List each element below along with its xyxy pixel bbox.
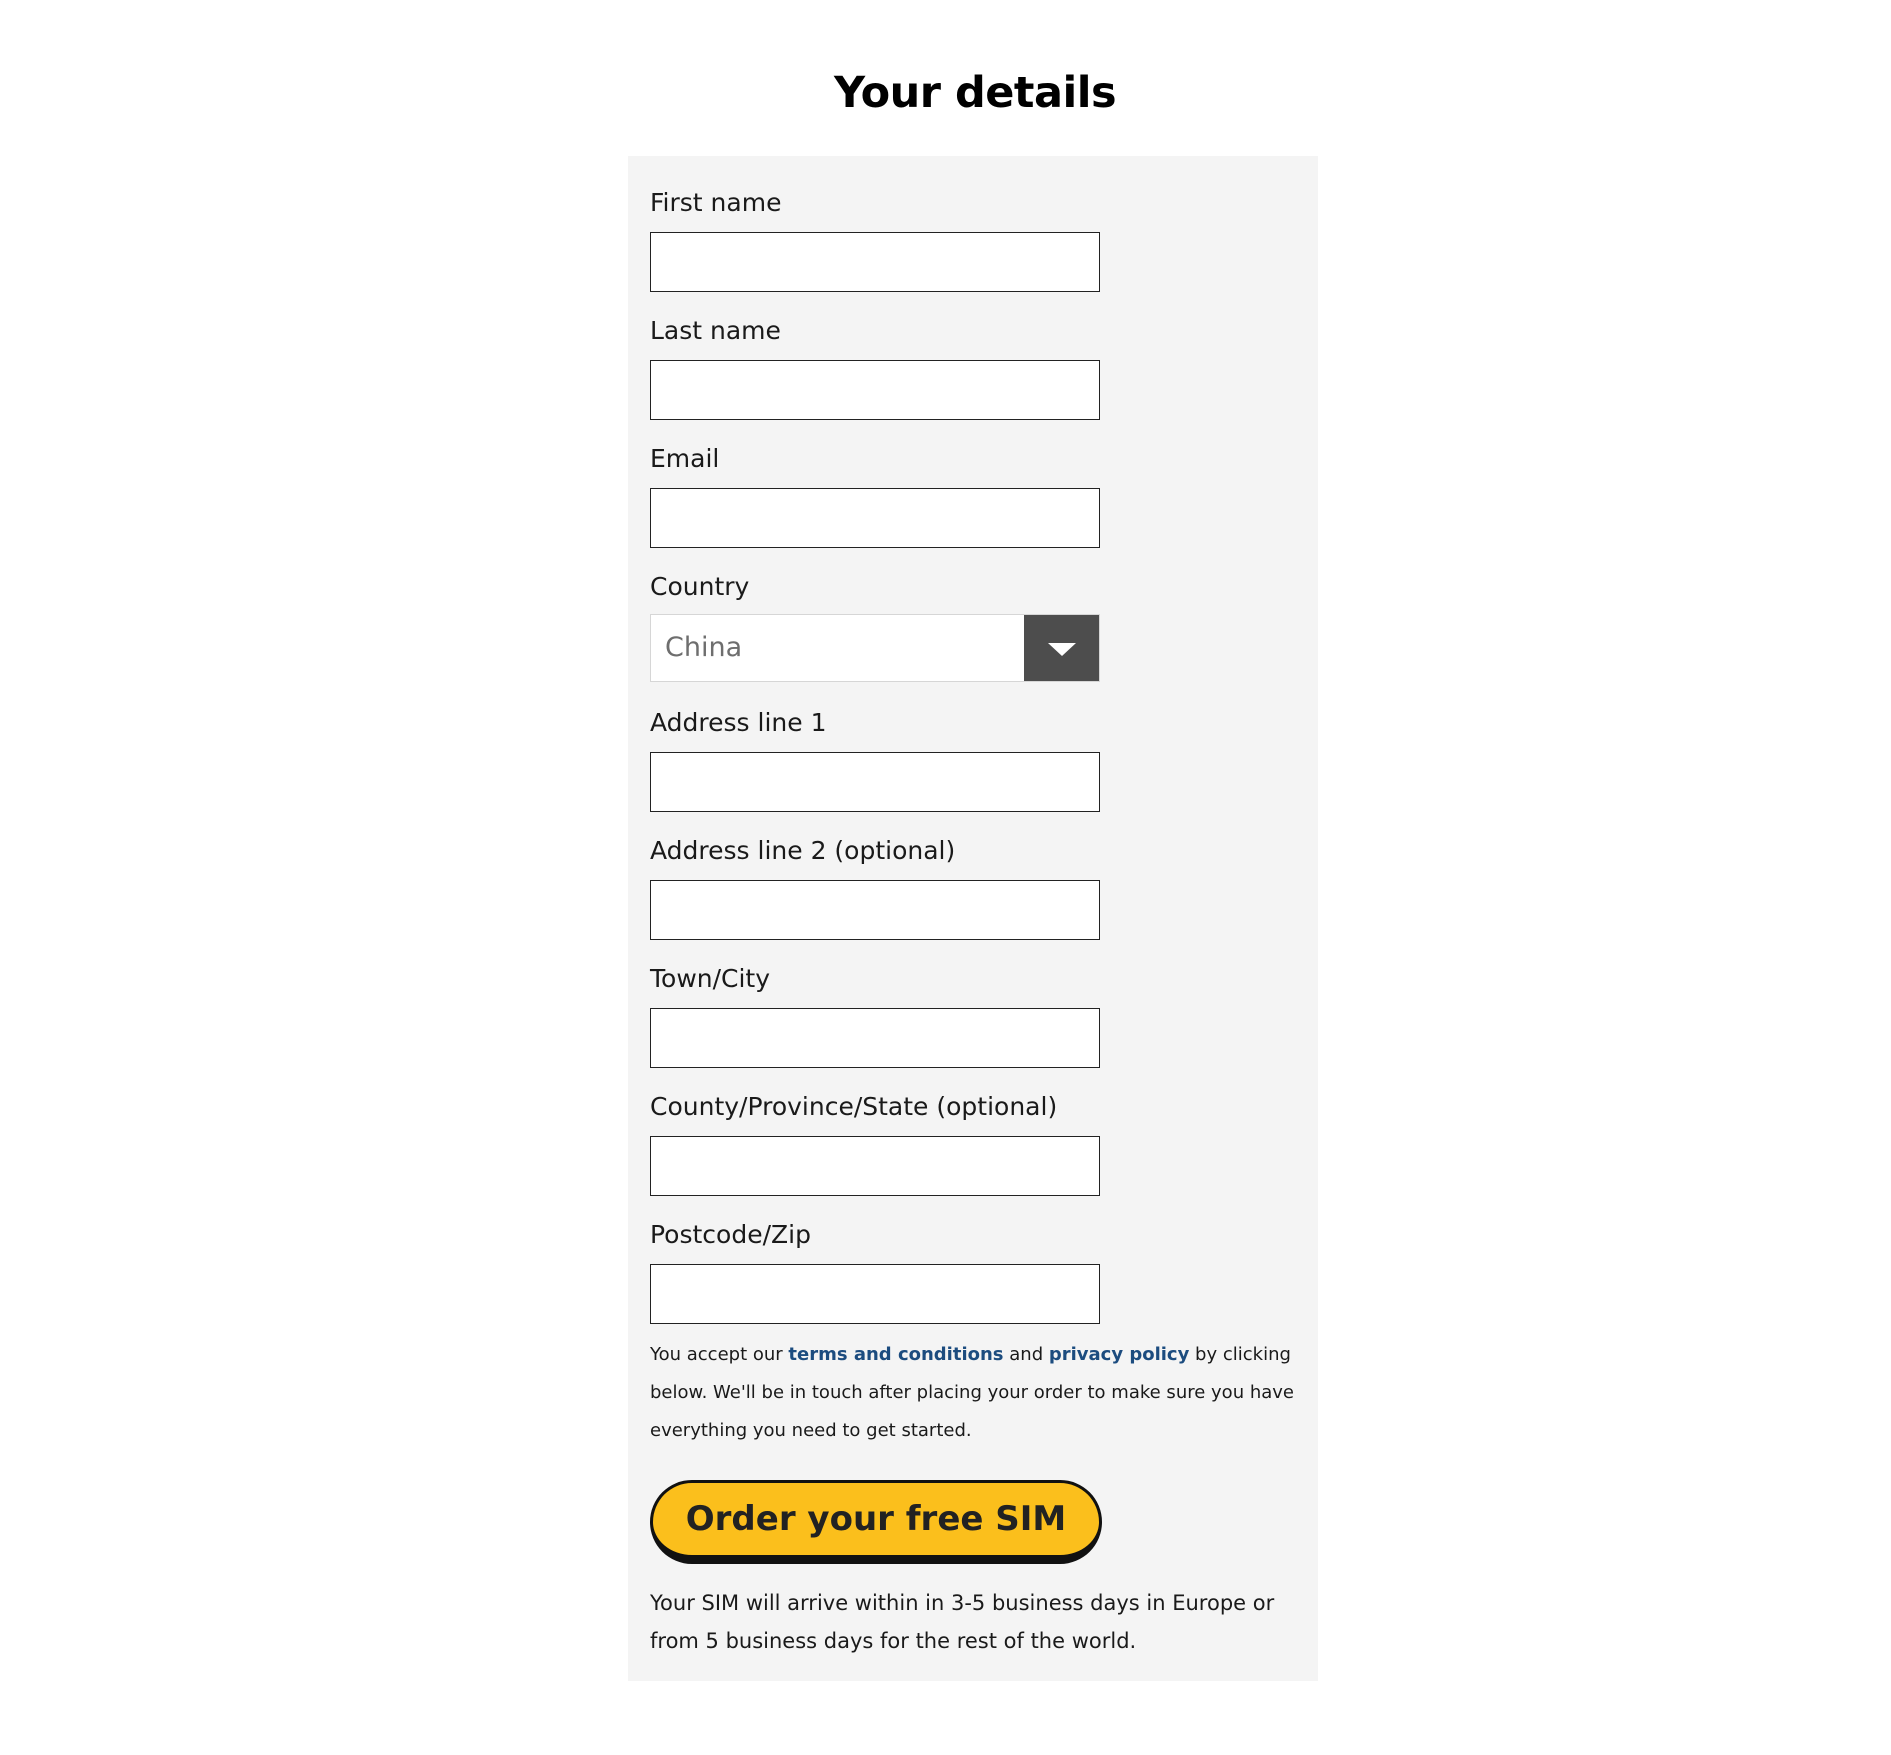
order-sim-button[interactable]: Order your free SIM [650,1480,1102,1564]
first-name-field: First name [650,186,1100,292]
address-line-2-field: Address line 2 (optional) [650,834,1100,940]
country-select-value: China [665,632,743,663]
address-line-2-input[interactable] [650,880,1100,940]
town-city-field: Town/City [650,962,1100,1068]
first-name-input[interactable] [650,232,1100,292]
privacy-link[interactable]: privacy policy [1049,1344,1189,1365]
last-name-label: Last name [650,316,781,345]
email-input[interactable] [650,488,1100,548]
county-input[interactable] [650,1136,1100,1196]
last-name-input[interactable] [650,360,1100,420]
address-line-1-input[interactable] [650,752,1100,812]
last-name-field: Last name [650,314,1100,420]
country-label: Country [650,572,750,601]
first-name-label: First name [650,188,782,217]
terms-middle: and [1003,1344,1049,1365]
country-field: Country China [650,570,1100,682]
town-city-input[interactable] [650,1008,1100,1068]
county-field: County/Province/State (optional) [650,1090,1100,1196]
shipping-note: Your SIM will arrive within in 3-5 busin… [650,1591,1275,1653]
terms-notice: You accept our terms and conditions and … [650,1336,1300,1450]
country-select[interactable]: China [650,614,1100,682]
town-city-label: Town/City [650,964,771,993]
terms-prefix: You accept our [650,1344,789,1365]
county-label: County/Province/State (optional) [650,1092,1058,1121]
address-line-1-field: Address line 1 [650,706,1100,812]
postcode-input[interactable] [650,1264,1100,1324]
details-form: First name Last name Email Country China… [628,156,1318,1681]
chevron-down-icon[interactable] [1024,615,1099,681]
address-line-2-label: Address line 2 (optional) [650,836,956,865]
terms-link[interactable]: terms and conditions [788,1344,1003,1365]
email-field: Email [650,442,1100,548]
address-line-1-label: Address line 1 [650,708,827,737]
postcode-label: Postcode/Zip [650,1220,811,1249]
page-title: Your details [833,68,1117,118]
email-label: Email [650,444,720,473]
postcode-field: Postcode/Zip [650,1218,1100,1324]
